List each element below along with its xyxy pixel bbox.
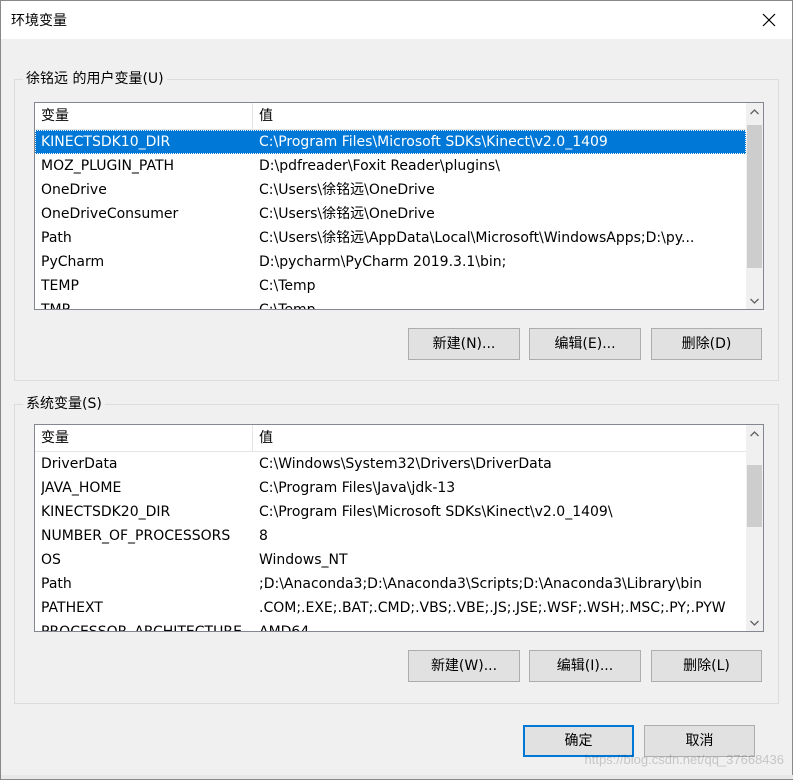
variable-value-cell: 8 — [259, 528, 268, 544]
table-row[interactable]: OneDrive C:\Users\徐铭远\OneDrive — [35, 178, 746, 202]
chevron-up-icon — [750, 430, 759, 436]
variable-name-cell: MOZ_PLUGIN_PATH — [41, 158, 175, 174]
variable-name-cell: PATHEXT — [41, 600, 103, 616]
variable-value-cell: D:\pdfreader\Foxit Reader\plugins\ — [259, 158, 500, 174]
close-icon — [762, 13, 776, 27]
variable-value-cell: C:\Program Files\Microsoft SDKs\Kinect\v… — [259, 504, 613, 520]
system-edit-button[interactable]: 编辑(I)... — [529, 650, 641, 682]
table-row[interactable]: PyCharm D:\pycharm\PyCharm 2019.3.1\bin; — [35, 250, 746, 274]
variable-name-cell: TMP — [41, 298, 251, 309]
system-delete-button[interactable]: 删除(L) — [651, 650, 762, 682]
variable-value-cell: .COM;.EXE;.BAT;.CMD;.VBS;.VBE;.JS;.JSE;.… — [259, 600, 726, 616]
user-delete-button[interactable]: 删除(D) — [651, 328, 762, 360]
table-row[interactable]: MOZ_PLUGIN_PATH D:\pdfreader\Foxit Reader… — [35, 154, 746, 178]
variable-value-cell: ;D:\Anaconda3;D:\Anaconda3\Scripts;D:\An… — [259, 576, 703, 592]
column-header-variable[interactable]: 变量 — [35, 425, 253, 451]
scroll-down-button[interactable] — [746, 614, 763, 631]
table-row[interactable]: TEMP C:\Temp — [35, 274, 746, 298]
title-bar[interactable]: 环境变量 — [1, 1, 792, 39]
chevron-down-icon — [750, 620, 759, 626]
table-row[interactable]: NUMBER_OF_PROCESSORS 8 — [35, 524, 746, 548]
scroll-thumb[interactable] — [747, 465, 762, 527]
variable-value-cell: Windows_NT — [259, 552, 348, 568]
column-header-value[interactable]: 值 — [253, 103, 746, 129]
user-variables-list[interactable]: 变量 值 KINECTSDK10_DIR C:\Program Files\Mic… — [34, 102, 764, 310]
table-row[interactable]: DriverData C:\Windows\System32\Drivers\Dr… — [35, 452, 746, 476]
user-variables-label: 徐铭远 的用户变量(U) — [23, 70, 167, 88]
variable-name-cell: KINECTSDK20_DIR — [41, 504, 171, 520]
table-row[interactable]: PROCESSOR_ARCHITECTURE AMD64 — [35, 620, 746, 631]
column-header-value[interactable]: 值 — [253, 425, 746, 451]
chevron-up-icon — [750, 108, 759, 114]
variable-value-cell: D:\pycharm\PyCharm 2019.3.1\bin; — [259, 254, 507, 270]
table-row[interactable]: Path C:\Users\徐铭远\AppData\Local\Microsoft… — [35, 226, 746, 250]
user-list-scrollbar[interactable] — [746, 103, 763, 309]
variable-value-cell: C:\Users\徐铭远\AppData\Local\Microsoft\Win… — [259, 230, 695, 246]
system-variables-header: 变量 值 — [35, 425, 746, 452]
window-title: 环境变量 — [11, 13, 67, 29]
user-new-button[interactable]: 新建(N)... — [408, 328, 520, 360]
scroll-up-button[interactable] — [746, 103, 763, 120]
variable-name-cell: Path — [41, 576, 72, 592]
system-list-scrollbar[interactable] — [746, 425, 763, 631]
scroll-down-button[interactable] — [746, 292, 763, 309]
variable-name-cell: OneDriveConsumer — [41, 206, 179, 222]
user-variables-header: 变量 值 — [35, 103, 746, 130]
table-row[interactable]: KINECTSDK10_DIR C:\Program Files\Microsof… — [35, 130, 746, 154]
system-variables-label: 系统变量(S) — [23, 395, 105, 413]
variable-name-cell: TEMP — [41, 278, 79, 294]
close-button[interactable] — [746, 1, 792, 39]
variable-name-cell: PyCharm — [41, 254, 105, 270]
environment-variables-dialog: 环境变量 徐铭远 的用户变量(U) 变量 值 KINECTSDK10_DIR C:… — [0, 0, 793, 780]
table-row[interactable]: JAVA_HOME C:\Program Files\Java\jdk-13 — [35, 476, 746, 500]
variable-value-cell: C:\Program Files\Microsoft SDKs\Kinect\v… — [259, 134, 608, 150]
chevron-down-icon — [750, 298, 759, 304]
variable-name-cell: OS — [41, 552, 61, 568]
scroll-thumb[interactable] — [747, 125, 762, 268]
table-row[interactable]: KINECTSDK20_DIR C:\Program Files\Microsof… — [35, 500, 746, 524]
variable-value-cell: C:\Users\徐铭远\OneDrive — [259, 206, 435, 222]
table-row[interactable]: PATHEXT .COM;.EXE;.BAT;.CMD;.VBS;.VBE;.JS… — [35, 596, 746, 620]
table-row[interactable]: OneDriveConsumer C:\Users\徐铭远\OneDrive — [35, 202, 746, 226]
column-header-variable[interactable]: 变量 — [35, 103, 253, 129]
variable-name-cell: NUMBER_OF_PROCESSORS — [41, 528, 231, 544]
table-row[interactable]: OS Windows_NT — [35, 548, 746, 572]
variable-name-cell: KINECTSDK10_DIR — [41, 134, 171, 150]
watermark-text: https://blog.csdn.net/qq_37668436 — [584, 752, 785, 767]
variable-value-cell: C:\Temp — [259, 278, 316, 294]
scroll-up-button[interactable] — [746, 425, 763, 442]
table-row[interactable]: Path ;D:\Anaconda3;D:\Anaconda3\Scripts;D… — [35, 572, 746, 596]
system-variables-rows: DriverData C:\Windows\System32\Drivers\Dr… — [35, 452, 746, 631]
variable-value-cell: C:\Program Files\Java\jdk-13 — [259, 480, 456, 496]
user-edit-button[interactable]: 编辑(E)... — [529, 328, 641, 360]
variable-value-cell: C:\Users\徐铭远\OneDrive — [259, 182, 435, 198]
bottom-edge — [1, 775, 793, 779]
variable-value-cell: AMD64 — [259, 620, 742, 631]
variable-name-cell: PROCESSOR_ARCHITECTURE — [41, 620, 251, 631]
system-new-button[interactable]: 新建(W)... — [408, 650, 520, 682]
table-row[interactable]: TMP C:\Temp — [35, 298, 746, 309]
user-variables-rows: KINECTSDK10_DIR C:\Program Files\Microsof… — [35, 130, 746, 309]
system-variables-list[interactable]: 变量 值 DriverData C:\Windows\System32\Drive… — [34, 424, 764, 632]
variable-value-cell: C:\Temp — [259, 298, 742, 309]
variable-name-cell: Path — [41, 230, 72, 246]
variable-name-cell: DriverData — [41, 456, 118, 472]
variable-name-cell: OneDrive — [41, 182, 107, 198]
variable-value-cell: C:\Windows\System32\Drivers\DriverData — [259, 456, 552, 472]
variable-name-cell: JAVA_HOME — [41, 480, 122, 496]
